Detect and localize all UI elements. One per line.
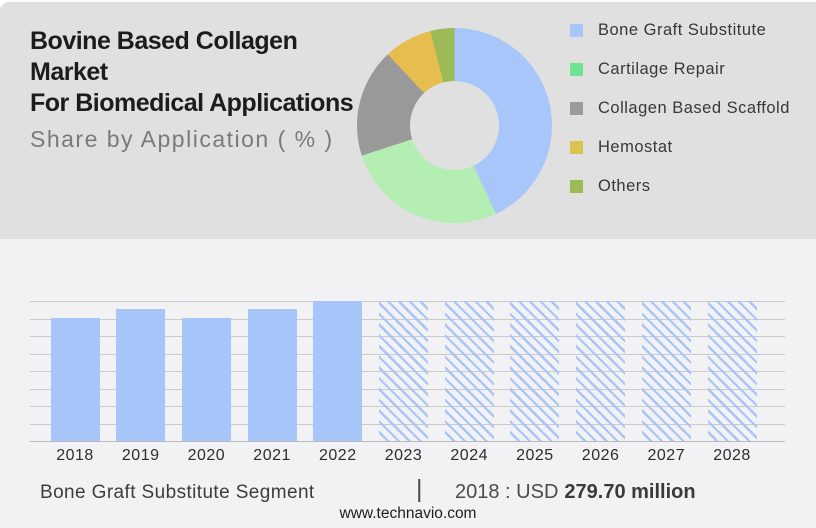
x-tick-label: 2018 [42, 447, 108, 465]
bar-2022 [313, 301, 362, 441]
x-tick-label: 2020 [173, 447, 239, 465]
legend-item: Hemostat [570, 128, 810, 167]
legend-label: Cartilage Repair [598, 60, 725, 79]
legend-swatch-icon [570, 102, 583, 115]
legend-label: Hemostat [598, 138, 673, 157]
chart-section: 2018201920202021202220232024202520262027… [0, 239, 816, 528]
bar-2023 [379, 301, 428, 441]
x-tick-label: 2019 [108, 447, 174, 465]
bar-2020 [182, 318, 231, 441]
x-tick-label: 2025 [502, 447, 568, 465]
legend-item: Others [570, 167, 810, 206]
bar-2026 [576, 301, 625, 441]
x-tick-label: 2022 [305, 447, 371, 465]
bar-2028 [708, 301, 757, 441]
footer-url[interactable]: www.technavio.com [0, 505, 816, 523]
bar-chart: 2018201920202021202220232024202520262027… [30, 301, 785, 441]
bar-2019 [116, 309, 165, 441]
legend: Bone Graft Substitute Cartilage Repair Col… [570, 11, 810, 206]
legend-swatch-icon [570, 141, 583, 154]
legend-label: Bone Graft Substitute [598, 21, 766, 40]
x-tick-label: 2024 [436, 447, 502, 465]
page-title-line1: Bovine Based Collagen Market [30, 26, 360, 88]
legend-swatch-icon [570, 24, 583, 37]
x-tick-label: 2027 [633, 447, 699, 465]
chart-subtitle: Share by Application ( % ) [30, 126, 360, 153]
donut-hole [410, 81, 499, 170]
title-block: Bovine Based Collagen Market For Biomedi… [30, 26, 360, 153]
caption-value-amount: 279.70 million [564, 481, 695, 503]
legend-swatch-icon [570, 180, 583, 193]
page-title-line2: For Biomedical Applications [30, 88, 360, 119]
legend-swatch-icon [570, 63, 583, 76]
caption-segment-label: Bone Graft Substitute Segment [40, 482, 315, 504]
bar-2021 [248, 309, 297, 441]
bar-2025 [510, 301, 559, 441]
caption-separator: | [416, 475, 423, 504]
x-axis-line [30, 441, 785, 442]
infographic: Bovine Based Collagen Market For Biomedi… [0, 0, 816, 528]
bar-2027 [642, 301, 691, 441]
header-section: Bovine Based Collagen Market For Biomedi… [0, 0, 816, 241]
bar-2018 [51, 318, 100, 441]
legend-label: Collagen Based Scaffold [598, 99, 790, 118]
legend-item: Collagen Based Scaffold [570, 89, 810, 128]
bar-2024 [445, 301, 494, 441]
x-tick-label: 2021 [239, 447, 305, 465]
caption-value-prefix: 2018 : USD [455, 481, 558, 503]
caption-value: 2018 : USD 279.70 million [455, 481, 696, 504]
x-tick-label: 2026 [568, 447, 634, 465]
legend-label: Others [598, 177, 651, 196]
legend-item: Bone Graft Substitute [570, 11, 810, 50]
x-tick-label: 2028 [699, 447, 765, 465]
donut-chart [357, 28, 552, 223]
legend-item: Cartilage Repair [570, 50, 810, 89]
x-tick-label: 2023 [371, 447, 437, 465]
